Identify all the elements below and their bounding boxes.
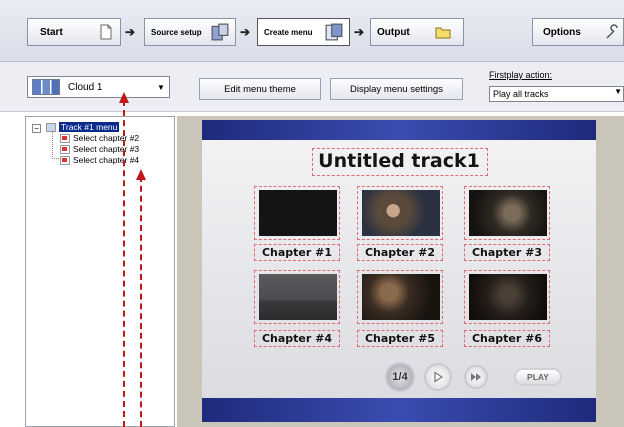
- menu-document-icon: [325, 23, 343, 41]
- output-label: Output: [377, 26, 410, 38]
- tree-item-label: Select chapter #4: [73, 155, 140, 165]
- create-menu-label: Create menu: [264, 27, 313, 37]
- chapter-label[interactable]: Chapter #5: [350, 332, 450, 345]
- collapse-icon[interactable]: −: [32, 124, 41, 133]
- chapter-thumbnail[interactable]: [357, 186, 443, 240]
- new-document-icon: [100, 24, 112, 40]
- output-step-button[interactable]: Output: [370, 18, 464, 46]
- menu-theme-dropdown[interactable]: Cloud 1 ▼: [27, 76, 170, 98]
- chapter-thumbnail[interactable]: [357, 270, 443, 324]
- chapter-5-image: [362, 274, 440, 320]
- display-menu-settings-button[interactable]: Display menu settings: [330, 78, 463, 100]
- tree-item-label: Select chapter #3: [73, 144, 140, 154]
- wrench-icon: [606, 24, 618, 39]
- source-setup-step-button[interactable]: Source setup: [144, 18, 236, 46]
- button-link-icon: [60, 144, 70, 154]
- play-icon: [434, 371, 444, 383]
- firstplay-value: Play all tracks: [493, 89, 549, 99]
- tree-connector: [52, 131, 59, 159]
- tree-item-label: Select chapter #2: [73, 133, 140, 143]
- source-setup-label: Source setup: [151, 27, 202, 37]
- main-toolbar: Start ➔ Source setup ➔ Create menu ➔ Out…: [0, 0, 624, 62]
- film-reel-icon: [211, 23, 229, 41]
- step-arrow-icon: ➔: [240, 25, 251, 39]
- folder-icon: [435, 27, 451, 39]
- chapter-4-image: [259, 274, 337, 320]
- theme-value: Cloud 1: [68, 81, 103, 93]
- chapter-label[interactable]: Chapter #6: [457, 332, 557, 345]
- chapter-thumbnail[interactable]: [464, 270, 550, 324]
- annotation-line: [140, 176, 142, 427]
- bottom-banner: [202, 398, 596, 422]
- next-page-button[interactable]: [464, 365, 488, 389]
- chevron-down-icon[interactable]: ▼: [153, 77, 169, 97]
- chapter-2-image: [362, 190, 440, 236]
- button-link-icon: [60, 155, 70, 165]
- chapter-3-image: [469, 190, 547, 236]
- chapter-1-image: [259, 190, 337, 236]
- start-label: Start: [40, 26, 63, 38]
- chapter-thumbnail[interactable]: [254, 186, 340, 240]
- firstplay-action-dropdown[interactable]: Play all tracks ▼: [489, 86, 624, 102]
- menu-tree-panel: − Track #1 menu Select chapter #2 Select…: [25, 116, 175, 427]
- menu-title[interactable]: Untitled track1: [202, 150, 596, 172]
- step-arrow-icon: ➔: [354, 25, 365, 39]
- step-arrow-icon: ➔: [125, 25, 136, 39]
- chapter-6-image: [469, 274, 547, 320]
- skip-next-icon: [471, 373, 481, 381]
- annotation-line: [123, 100, 125, 427]
- annotation-arrow-icon: [136, 169, 146, 180]
- chapter-label[interactable]: Chapter #2: [350, 246, 450, 259]
- chevron-down-icon[interactable]: ▼: [614, 87, 622, 96]
- options-label: Options: [543, 26, 581, 38]
- theme-thumbnail-icon: [32, 79, 60, 95]
- annotation-arrow-icon: [119, 92, 129, 103]
- start-step-button[interactable]: Start: [27, 18, 121, 46]
- tree-root-label: Track #1 menu: [59, 122, 120, 132]
- firstplay-action-label: Firstplay action:: [489, 70, 553, 80]
- chapter-label[interactable]: Chapter #3: [457, 246, 557, 259]
- play-all-button[interactable]: PLAY: [514, 368, 562, 386]
- chapter-label[interactable]: Chapter #1: [247, 246, 347, 259]
- top-banner: [202, 120, 596, 140]
- create-menu-step-button[interactable]: Create menu: [257, 18, 350, 46]
- chapter-thumbnail[interactable]: [464, 186, 550, 240]
- menu-preview: Untitled track1 Chapter #1 Chapter #2 Ch…: [202, 120, 596, 422]
- menu-settings-bar: Cloud 1 ▼ Edit menu theme Display menu s…: [0, 62, 624, 112]
- chapter-thumbnail[interactable]: [254, 270, 340, 324]
- tree-item-chapter-4[interactable]: Select chapter #4: [60, 154, 139, 166]
- button-link-icon: [60, 133, 70, 143]
- play-button-icon[interactable]: [424, 363, 452, 391]
- edit-menu-theme-button[interactable]: Edit menu theme: [199, 78, 321, 100]
- chapter-label[interactable]: Chapter #4: [247, 332, 347, 345]
- options-button[interactable]: Options: [532, 18, 624, 46]
- page-indicator[interactable]: 1/4: [385, 362, 415, 392]
